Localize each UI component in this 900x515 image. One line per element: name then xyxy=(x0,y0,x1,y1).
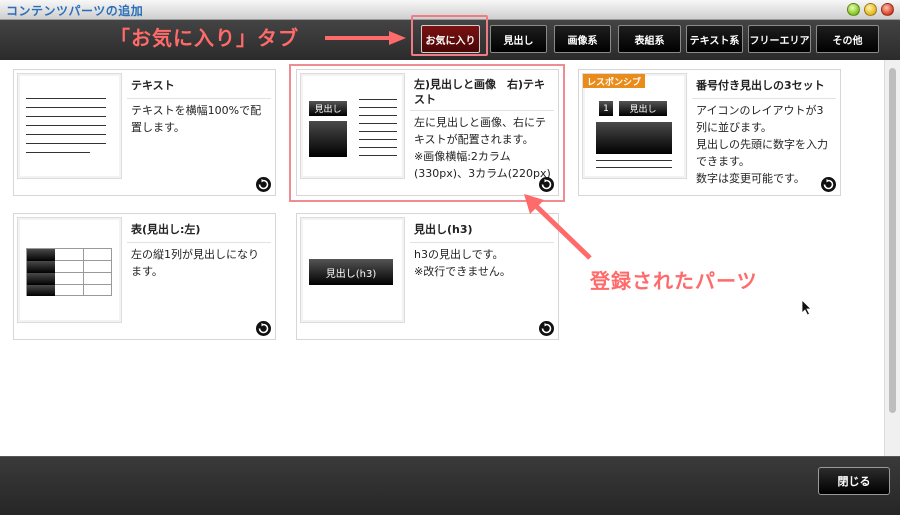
window-controls xyxy=(847,3,894,16)
part-title: 表(見出し:左) xyxy=(131,223,201,236)
tab-images[interactable]: 画像系 xyxy=(554,25,611,53)
tab-text[interactable]: テキスト系 xyxy=(686,25,743,53)
reload-icon[interactable] xyxy=(539,321,554,336)
thumb-h3-label: 見出し(h3) xyxy=(309,259,393,285)
part-card-numbered-headings[interactable]: レスポンシブ 1 見出し 番号付き見出しの3セット アイコンのレイアウトが3列に… xyxy=(578,69,841,196)
part-divider xyxy=(127,242,271,243)
part-description: アイコンのレイアウトが3列に並びます。 見出しの先頭に数字を入力できます。 数字… xyxy=(696,104,828,185)
minimize-window-button[interactable] xyxy=(864,3,877,16)
reload-icon[interactable] xyxy=(256,177,271,192)
part-thumbnail xyxy=(17,217,122,323)
tab-headings[interactable]: 見出し xyxy=(490,25,547,53)
tab-free-area[interactable]: フリーエリア xyxy=(748,25,811,53)
dialog-footer xyxy=(0,456,900,515)
registered-parts-annotation: 登録されたパーツ xyxy=(590,269,758,293)
reload-icon[interactable] xyxy=(821,177,836,192)
tab-tables[interactable]: 表組系 xyxy=(618,25,681,53)
responsive-badge: レスポンシブ xyxy=(583,74,645,88)
part-card-table-left-header[interactable]: 表(見出し:左) 左の縦1列が見出しになります。 xyxy=(13,213,276,340)
thumb-number: 1 xyxy=(599,101,613,116)
registered-part-highlight xyxy=(289,64,565,202)
part-divider xyxy=(692,98,836,99)
annotation-arrow-up-left-icon xyxy=(524,194,592,260)
close-window-button[interactable] xyxy=(881,3,894,16)
favorites-tab-annotation: 「お気に入り」タブ xyxy=(110,26,299,50)
part-thumbnail: 見出し(h3) xyxy=(300,217,405,323)
part-description: 左の縦1列が見出しになります。 xyxy=(131,248,259,278)
close-button[interactable]: 閉じる xyxy=(818,467,890,495)
part-title: テキスト xyxy=(131,79,175,92)
reload-icon[interactable] xyxy=(256,321,271,336)
part-thumbnail xyxy=(17,73,122,179)
vertical-scrollbar[interactable] xyxy=(884,60,900,456)
part-description: テキストを横幅100%で配置します。 xyxy=(131,104,262,134)
scrollbar-thumb[interactable] xyxy=(889,68,896,413)
thumb-heading-label: 見出し xyxy=(619,101,667,116)
mouse-pointer-icon xyxy=(802,300,812,316)
zoom-window-button[interactable] xyxy=(847,3,860,16)
tab-other[interactable]: その他 xyxy=(816,25,879,53)
part-divider xyxy=(127,98,271,99)
window-title: コンテンツパーツの追加 xyxy=(6,4,144,18)
part-card-text[interactable]: テキスト テキストを横幅100%で配置します。 xyxy=(13,69,276,196)
part-thumbnail: レスポンシブ 1 見出し xyxy=(582,73,687,179)
tab-favorites[interactable]: お気に入り xyxy=(421,25,480,53)
annotation-arrow-right-icon xyxy=(325,31,406,45)
part-title: 番号付き見出しの3セット xyxy=(696,79,825,92)
